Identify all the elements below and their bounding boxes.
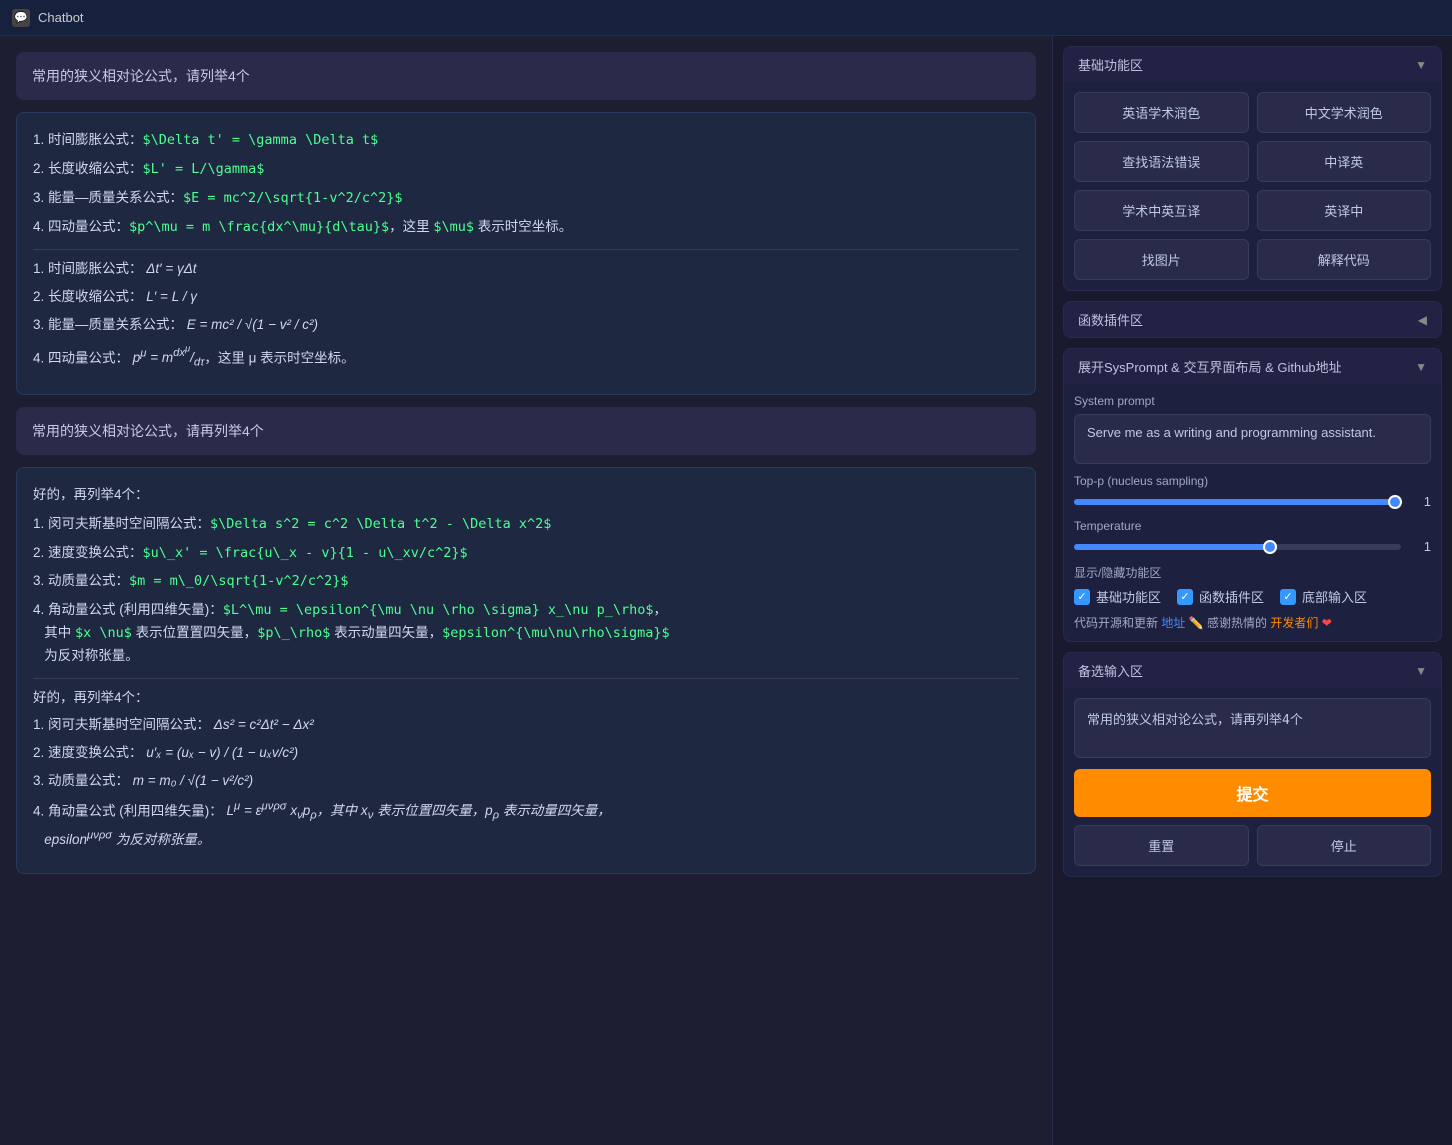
top-p-thumb[interactable] [1388,495,1402,509]
checkbox-plugin-box: ✓ [1177,589,1193,605]
basic-functions-section: 基础功能区 ▼ 英语学术润色 中文学术润色 查找语法错误 中译英 学术中英互译 … [1063,46,1442,291]
sysprompt-collapse-icon: ▼ [1415,360,1427,374]
source-link-row: 代码开源和更新 地址 ✏️ 感谢热情的 开发者们 ❤ [1074,614,1431,631]
sysprompt-title: 展开SysPrompt & 交互界面布局 & Github地址 [1078,357,1342,376]
chatbot-icon: 💬 [12,9,30,27]
app-title: Chatbot [38,10,84,25]
system-prompt-label: System prompt [1074,394,1431,408]
basic-functions-collapse-icon: ▼ [1415,58,1427,72]
stop-button[interactable]: 停止 [1257,825,1432,866]
backup-input-title: 备选输入区 [1078,661,1143,680]
backup-input-collapse-icon: ▼ [1415,664,1427,678]
backup-input-body: 常用的狭义相对论公式，请再列举4个 提交 重置 停止 [1064,688,1441,876]
temperature-slider-container: 1 [1074,539,1431,554]
backup-input-header[interactable]: 备选输入区 ▼ [1064,653,1441,688]
checkbox-bottom-input[interactable]: ✓ 底部输入区 [1280,587,1367,606]
temperature-label: Temperature [1074,519,1431,533]
basic-functions-grid: 英语学术润色 中文学术润色 查找语法错误 中译英 学术中英互译 英译中 找图片 … [1074,92,1431,280]
assistant-message-1: 1. 时间膨胀公式：$\Delta t' = \gamma \Delta t$ … [16,112,1036,395]
temperature-value: 1 [1411,539,1431,554]
btn-find-image[interactable]: 找图片 [1074,239,1249,280]
main-layout: 常用的狭义相对论公式，请列举4个 1. 时间膨胀公式：$\Delta t' = … [0,36,1452,1145]
checkbox-bottom-input-box: ✓ [1280,589,1296,605]
basic-functions-header[interactable]: 基础功能区 ▼ [1064,47,1441,82]
system-prompt-text[interactable]: Serve me as a writing and programming as… [1074,414,1431,464]
right-panel: 基础功能区 ▼ 英语学术润色 中文学术润色 查找语法错误 中译英 学术中英互译 … [1052,36,1452,1145]
top-p-track[interactable] [1074,499,1401,505]
plugin-title: 函数插件区 [1078,310,1143,329]
reset-button[interactable]: 重置 [1074,825,1249,866]
btn-academic-bilingual[interactable]: 学术中英互译 [1074,190,1249,231]
temperature-thumb[interactable] [1263,540,1277,554]
basic-functions-body: 英语学术润色 中文学术润色 查找语法错误 中译英 学术中英互译 英译中 找图片 … [1064,82,1441,290]
btn-grammar-check[interactable]: 查找语法错误 [1074,141,1249,182]
visibility-checkboxes: ✓ 基础功能区 ✓ 函数插件区 ✓ 底部输入区 [1074,587,1431,606]
top-bar: 💬 Chatbot [0,0,1452,36]
bottom-buttons: 重置 停止 [1074,825,1431,866]
sysprompt-header[interactable]: 展开SysPrompt & 交互界面布局 & Github地址 ▼ [1064,349,1441,384]
temperature-track[interactable] [1074,544,1401,550]
btn-chinese-academic[interactable]: 中文学术润色 [1257,92,1432,133]
chat-area[interactable]: 常用的狭义相对论公式，请列举4个 1. 时间膨胀公式：$\Delta t' = … [0,36,1052,1145]
user-message-2: 常用的狭义相对论公式，请再列举4个 [16,407,1036,455]
plugin-header[interactable]: 函数插件区 ◀ [1064,302,1441,337]
sysprompt-body: System prompt Serve me as a writing and … [1064,384,1441,641]
plugin-collapse-icon: ◀ [1418,313,1427,327]
temperature-fill [1074,544,1270,550]
basic-functions-title: 基础功能区 [1078,55,1143,74]
supporters-link[interactable]: 开发者们 [1270,616,1318,630]
btn-zh-to-en[interactable]: 中译英 [1257,141,1432,182]
btn-english-academic[interactable]: 英语学术润色 [1074,92,1249,133]
backup-input-section: 备选输入区 ▼ 常用的狭义相对论公式，请再列举4个 提交 重置 停止 [1063,652,1442,877]
submit-button[interactable]: 提交 [1074,769,1431,817]
user-message-1: 常用的狭义相对论公式，请列举4个 [16,52,1036,100]
assistant-message-2: 好的，再列举4个： 1. 闵可夫斯基时空间隔公式：$\Delta s^2 = c… [16,467,1036,874]
checkbox-basic-box: ✓ [1074,589,1090,605]
checkbox-plugin[interactable]: ✓ 函数插件区 [1177,587,1264,606]
top-p-value: 1 [1411,494,1431,509]
visibility-label: 显示/隐藏功能区 [1074,564,1431,581]
plugin-section: 函数插件区 ◀ [1063,301,1442,338]
top-p-fill [1074,499,1401,505]
btn-en-to-zh[interactable]: 英译中 [1257,190,1432,231]
checkbox-basic[interactable]: ✓ 基础功能区 [1074,587,1161,606]
btn-explain-code[interactable]: 解释代码 [1257,239,1432,280]
sysprompt-section: 展开SysPrompt & 交互界面布局 & Github地址 ▼ System… [1063,348,1442,642]
backup-input-field[interactable]: 常用的狭义相对论公式，请再列举4个 [1074,698,1431,758]
top-p-slider-container: 1 [1074,494,1431,509]
top-p-label: Top-p (nucleus sampling) [1074,474,1431,488]
source-link[interactable]: 地址 [1161,616,1185,630]
